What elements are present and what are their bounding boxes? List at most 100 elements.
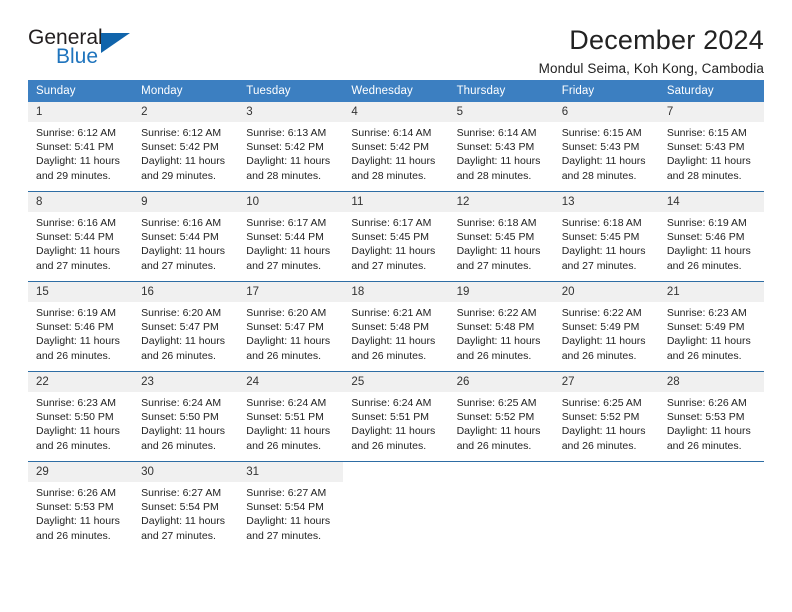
sunrise-text: Sunrise: 6:23 AM xyxy=(666,307,747,319)
general-blue-logo[interactable]: General Blue xyxy=(28,26,138,72)
calendar-day-cell[interactable]: 3 Sunrise: 6:13 AM Sunset: 5:42 PM Daylight… xyxy=(238,102,344,192)
daylight-text-line2: and 26 minutes. xyxy=(456,439,532,452)
calendar-week-row: 1 Sunrise: 6:12 AM Sunset: 5:41 PM Daylight… xyxy=(28,102,764,192)
daylight-text-line1: Daylight: 11 hours xyxy=(36,515,120,528)
calendar-day-cell[interactable]: 2 Sunrise: 6:12 AM Sunset: 5:42 PM Daylight… xyxy=(133,102,239,192)
day-number: 24 xyxy=(238,372,344,392)
calendar-day-cell[interactable]: 16 Sunrise: 6:20 AM Sunset: 5:47 PM Dayligh… xyxy=(133,281,239,372)
day-number: 27 xyxy=(553,372,659,392)
sunset-text: Sunset: 5:50 PM xyxy=(36,411,114,424)
sunrise-text: Sunrise: 6:14 AM xyxy=(456,127,537,139)
daylight-text-line2: and 26 minutes. xyxy=(246,439,321,452)
day-number: 16 xyxy=(133,282,239,302)
calendar-day-cell[interactable]: 19 Sunrise: 6:22 AM Sunset: 5:48 PM Dayligh… xyxy=(448,281,554,372)
logo-triangle-icon xyxy=(101,33,130,53)
day-details: Sunrise: 6:25 AM Sunset: 5:52 PM Daylight:… xyxy=(554,392,659,453)
calendar-day-cell-empty xyxy=(343,461,449,551)
day-number: 29 xyxy=(28,462,134,482)
day-number: 23 xyxy=(133,372,239,392)
sunset-text: Sunset: 5:44 PM xyxy=(246,231,324,244)
sunrise-text: Sunrise: 6:13 AM xyxy=(246,127,327,139)
day-number: 30 xyxy=(133,462,239,482)
calendar-day-cell[interactable]: 20 Sunrise: 6:22 AM Sunset: 5:49 PM Dayligh… xyxy=(553,281,659,372)
daylight-text-line2: and 26 minutes. xyxy=(666,439,742,452)
sunset-text: Sunset: 5:44 PM xyxy=(36,231,114,244)
calendar-day-cell[interactable]: 23 Sunrise: 6:24 AM Sunset: 5:50 PM Dayligh… xyxy=(133,371,239,462)
daylight-text-line2: and 26 minutes. xyxy=(141,349,216,362)
day-number: 31 xyxy=(238,462,344,482)
sunrise-text: Sunrise: 6:21 AM xyxy=(351,307,432,319)
day-details: Sunrise: 6:18 AM Sunset: 5:45 PM Daylight:… xyxy=(554,212,659,273)
calendar-day-cell-empty xyxy=(448,461,554,551)
sunset-text: Sunset: 5:47 PM xyxy=(246,321,324,334)
calendar-day-cell[interactable]: 1 Sunrise: 6:12 AM Sunset: 5:41 PM Daylight… xyxy=(28,102,134,192)
calendar-day-cell[interactable]: 5 Sunrise: 6:14 AM Sunset: 5:43 PM Daylight… xyxy=(448,102,554,192)
day-number: 22 xyxy=(28,372,134,392)
daylight-text-line2: and 27 minutes. xyxy=(36,259,111,272)
daylight-text-line1: Daylight: 11 hours xyxy=(666,335,751,348)
day-details: Sunrise: 6:22 AM Sunset: 5:49 PM Daylight:… xyxy=(554,302,659,363)
calendar-day-cell[interactable]: 4 Sunrise: 6:14 AM Sunset: 5:42 PM Daylight… xyxy=(343,102,449,192)
calendar-day-cell[interactable]: 11 Sunrise: 6:17 AM Sunset: 5:45 PM Dayligh… xyxy=(343,191,449,282)
day-number: 14 xyxy=(658,192,764,212)
calendar-day-cell[interactable]: 10 Sunrise: 6:17 AM Sunset: 5:44 PM Dayligh… xyxy=(238,191,344,282)
day-details: Sunrise: 6:19 AM Sunset: 5:46 PM Daylight:… xyxy=(28,302,133,363)
calendar-day-cell[interactable]: 24 Sunrise: 6:24 AM Sunset: 5:51 PM Dayligh… xyxy=(238,371,344,462)
calendar-day-cell[interactable]: 9 Sunrise: 6:16 AM Sunset: 5:44 PM Daylight… xyxy=(133,191,239,282)
daylight-text-line1: Daylight: 11 hours xyxy=(36,335,120,348)
sunrise-text: Sunrise: 6:12 AM xyxy=(36,127,116,139)
calendar-page: General Blue December 2024 Mondul Seima,… xyxy=(0,0,792,612)
sunrise-text: Sunrise: 6:26 AM xyxy=(36,487,116,499)
calendar-day-cell[interactable]: 29 Sunrise: 6:26 AM Sunset: 5:53 PM Dayligh… xyxy=(28,461,134,551)
calendar-day-cell[interactable]: 8 Sunrise: 6:16 AM Sunset: 5:44 PM Daylight… xyxy=(28,191,134,282)
daylight-text-line2: and 27 minutes. xyxy=(246,259,321,272)
daylight-text-line2: and 27 minutes. xyxy=(246,529,321,542)
calendar-day-cell[interactable]: 17 Sunrise: 6:20 AM Sunset: 5:47 PM Dayligh… xyxy=(238,281,344,372)
calendar-week-row: 8 Sunrise: 6:16 AM Sunset: 5:44 PM Daylight… xyxy=(28,191,764,282)
calendar-day-cell[interactable]: 18 Sunrise: 6:21 AM Sunset: 5:48 PM Dayligh… xyxy=(343,281,449,372)
calendar-day-cell[interactable]: 30 Sunrise: 6:27 AM Sunset: 5:54 PM Dayligh… xyxy=(133,461,239,551)
daylight-text-line1: Daylight: 11 hours xyxy=(141,155,225,168)
calendar-day-cell[interactable]: 22 Sunrise: 6:23 AM Sunset: 5:50 PM Dayligh… xyxy=(28,371,134,462)
calendar-day-cell[interactable]: 25 Sunrise: 6:24 AM Sunset: 5:51 PM Dayligh… xyxy=(343,371,449,462)
day-number xyxy=(343,462,448,470)
daylight-text-line2: and 26 minutes. xyxy=(351,439,427,452)
calendar-day-cell[interactable]: 15 Sunrise: 6:19 AM Sunset: 5:46 PM Dayligh… xyxy=(28,281,134,372)
day-details: Sunrise: 6:13 AM Sunset: 5:42 PM Daylight:… xyxy=(238,122,343,183)
day-details: Sunrise: 6:23 AM Sunset: 5:49 PM Daylight:… xyxy=(659,302,764,363)
daylight-text-line2: and 27 minutes. xyxy=(561,259,637,272)
day-number: 15 xyxy=(28,282,134,302)
daylight-text-line2: and 28 minutes. xyxy=(246,169,321,182)
calendar-day-cell[interactable]: 31 Sunrise: 6:27 AM Sunset: 5:54 PM Dayligh… xyxy=(238,461,344,551)
day-number: 19 xyxy=(448,282,554,302)
sunrise-text: Sunrise: 6:22 AM xyxy=(456,307,537,319)
calendar-day-cell[interactable]: 28 Sunrise: 6:26 AM Sunset: 5:53 PM Dayligh… xyxy=(658,371,764,462)
calendar-day-cell[interactable]: 21 Sunrise: 6:23 AM Sunset: 5:49 PM Dayligh… xyxy=(658,281,764,372)
day-details: Sunrise: 6:24 AM Sunset: 5:50 PM Daylight:… xyxy=(133,392,238,453)
day-details: Sunrise: 6:18 AM Sunset: 5:45 PM Daylight:… xyxy=(449,212,554,273)
calendar-day-cell[interactable]: 12 Sunrise: 6:18 AM Sunset: 5:45 PM Dayligh… xyxy=(448,191,554,282)
sunset-text: Sunset: 5:46 PM xyxy=(36,321,114,334)
day-details: Sunrise: 6:19 AM Sunset: 5:46 PM Daylight:… xyxy=(659,212,764,273)
calendar-day-cell[interactable]: 14 Sunrise: 6:19 AM Sunset: 5:46 PM Dayligh… xyxy=(658,191,764,282)
page-subtitle: Mondul Seima, Koh Kong, Cambodia xyxy=(538,61,764,77)
day-details: Sunrise: 6:24 AM Sunset: 5:51 PM Daylight:… xyxy=(238,392,343,453)
calendar-grid: Sunday Monday Tuesday Wednesday Thursday… xyxy=(28,80,764,551)
calendar-day-cell[interactable]: 27 Sunrise: 6:25 AM Sunset: 5:52 PM Dayligh… xyxy=(553,371,659,462)
daylight-text-line2: and 28 minutes. xyxy=(666,169,742,182)
sunset-text: Sunset: 5:52 PM xyxy=(456,411,535,424)
day-number: 9 xyxy=(133,192,239,212)
day-number: 21 xyxy=(658,282,764,302)
title-block: December 2024 Mondul Seima, Koh Kong, Ca… xyxy=(538,26,764,77)
sunrise-text: Sunrise: 6:19 AM xyxy=(666,217,747,229)
calendar-day-cell[interactable]: 26 Sunrise: 6:25 AM Sunset: 5:52 PM Dayligh… xyxy=(448,371,554,462)
sunset-text: Sunset: 5:50 PM xyxy=(141,411,219,424)
calendar-day-cell[interactable]: 13 Sunrise: 6:18 AM Sunset: 5:45 PM Dayligh… xyxy=(553,191,659,282)
calendar-day-cell[interactable]: 6 Sunrise: 6:15 AM Sunset: 5:43 PM Daylight… xyxy=(553,102,659,192)
sunset-text: Sunset: 5:43 PM xyxy=(666,141,745,154)
daylight-text-line2: and 27 minutes. xyxy=(351,259,427,272)
weekday-header-saturday: Saturday xyxy=(658,80,764,102)
daylight-text-line1: Daylight: 11 hours xyxy=(456,425,541,438)
calendar-day-cell[interactable]: 7 Sunrise: 6:15 AM Sunset: 5:43 PM Daylight… xyxy=(658,102,764,192)
daylight-text-line1: Daylight: 11 hours xyxy=(246,335,331,348)
